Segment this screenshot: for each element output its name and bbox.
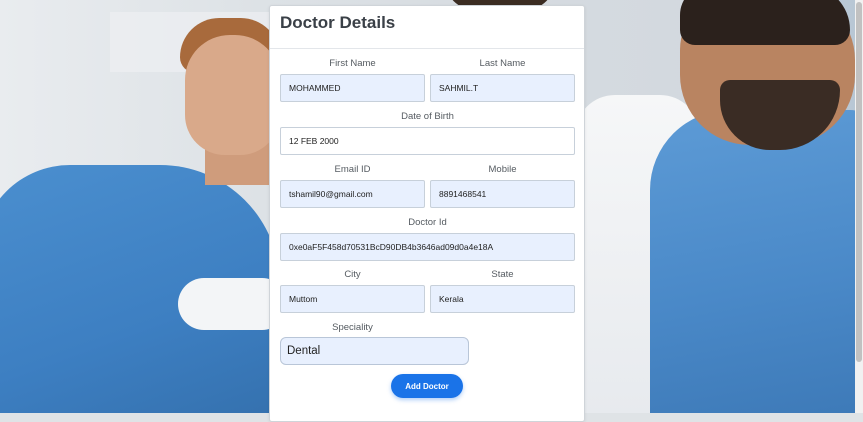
mobile-input[interactable] <box>430 180 575 208</box>
dob-input[interactable] <box>280 127 575 155</box>
last-name-input[interactable] <box>430 74 575 102</box>
city-input[interactable] <box>280 285 425 313</box>
card-header: Doctor Details <box>270 6 584 49</box>
state-input[interactable] <box>430 285 575 313</box>
speciality-selected-value: Dental <box>287 345 321 357</box>
first-name-label: First Name <box>329 58 376 69</box>
add-doctor-button[interactable]: Add Doctor <box>391 374 463 398</box>
last-name-label: Last Name <box>479 58 526 69</box>
doctor-id-input[interactable] <box>280 233 575 261</box>
first-name-input[interactable] <box>280 74 425 102</box>
scrollbar-thumb[interactable] <box>856 2 862 362</box>
speciality-select[interactable]: Dental <box>280 337 469 365</box>
page-title: Doctor Details <box>280 13 396 32</box>
doctor-id-label: Doctor Id <box>408 217 447 228</box>
email-input[interactable] <box>280 180 425 208</box>
dob-label: Date of Birth <box>401 111 454 122</box>
doctor-form-card: Doctor Details First Name Last Name Date… <box>269 5 585 422</box>
speciality-label: Speciality <box>332 322 373 333</box>
email-label: Email ID <box>334 164 371 175</box>
mobile-label: Mobile <box>488 164 517 175</box>
city-label: City <box>344 269 361 280</box>
state-label: State <box>491 269 514 280</box>
scrollbar-track[interactable] <box>855 0 863 413</box>
